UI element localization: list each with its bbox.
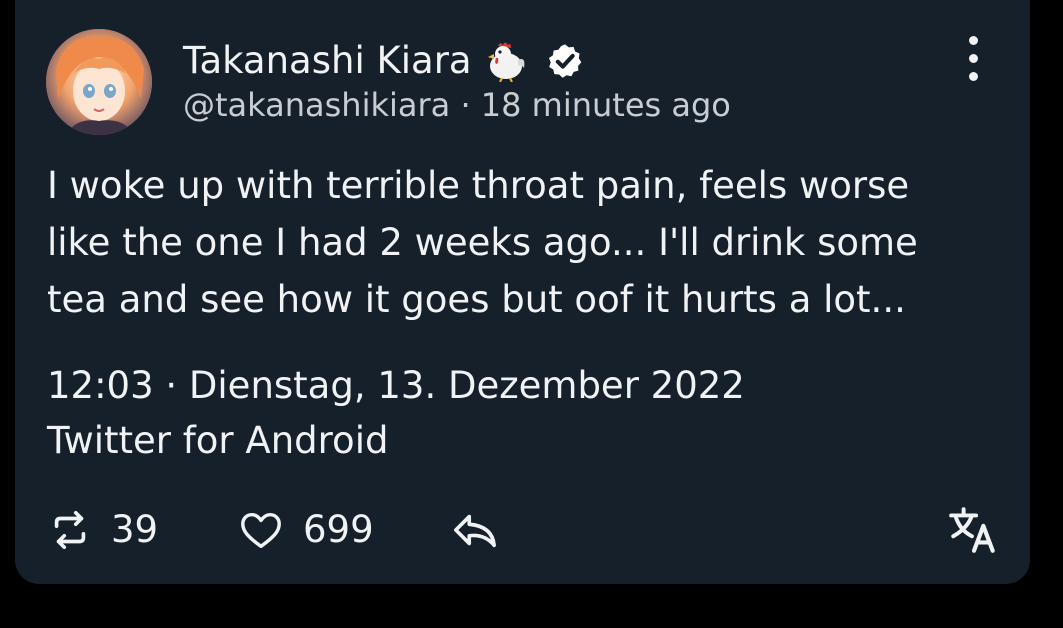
tweet-text: I woke up with terrible throat pain, fee… <box>47 164 918 321</box>
reply-icon <box>454 514 496 548</box>
avatar-image <box>46 29 152 135</box>
retweet-icon <box>54 510 86 550</box>
author-name-row: Takanashi Kiara <box>183 38 584 84</box>
like-count: 699 <box>303 508 374 551</box>
heart-icon <box>241 512 281 549</box>
more-vertical-icon[interactable] <box>955 34 991 82</box>
retweet-button[interactable]: 39 <box>47 500 158 560</box>
tweet-timestamp[interactable]: 12:03 · Dienstag, 13. Dezember 2022 <box>47 361 745 411</box>
avatar[interactable] <box>46 29 152 135</box>
tweet-card: Takanashi Kiara @takanashikiara · 18 min… <box>15 0 1030 584</box>
action-bar: 39 699 <box>47 500 1007 560</box>
handle-and-time[interactable]: @takanashikiara · 18 minutes ago <box>183 84 731 126</box>
tweet-source[interactable]: Twitter for Android <box>47 416 388 466</box>
translate-icon <box>949 507 995 553</box>
retweet-count: 39 <box>111 508 159 551</box>
translate-button[interactable] <box>947 500 1001 560</box>
chicken-emoji-icon <box>487 42 524 82</box>
reply-button[interactable] <box>449 500 501 560</box>
verified-icon <box>548 44 581 78</box>
more-dot <box>968 35 978 45</box>
more-dot <box>968 53 978 63</box>
display-name[interactable]: Takanashi Kiara <box>183 38 472 84</box>
like-button[interactable]: 699 <box>237 500 374 560</box>
more-dot <box>968 71 978 81</box>
